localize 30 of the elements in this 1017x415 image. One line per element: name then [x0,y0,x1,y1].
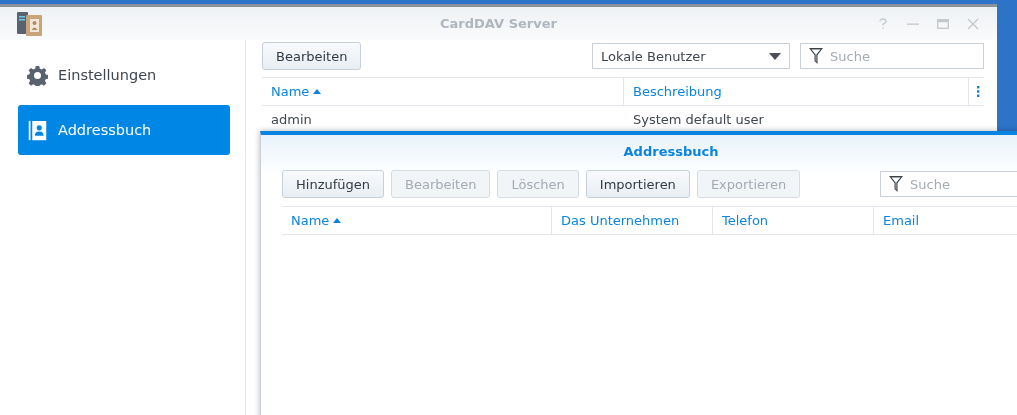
table-cell-text: admin [270,112,313,127]
sidebar-item[interactable]: Addressbuch [18,105,230,155]
toolbar-button[interactable]: Hinzufügen [282,170,384,198]
sort-ascending-icon [313,89,322,94]
column-header[interactable]: Telefon [713,207,874,234]
table-cell-text: System default user [632,112,764,127]
maximize-icon[interactable] [937,17,949,30]
help-icon[interactable] [877,17,889,30]
address-book-server-icon [17,11,43,36]
filter-icon [889,176,903,192]
column-menu-icon[interactable] [977,86,980,97]
search-field[interactable]: Suche [880,171,1017,197]
dropdown-caret-icon [769,52,781,60]
column-header[interactable]: Name [262,78,624,105]
column-header[interactable]: Email [874,207,1017,234]
filter-icon [809,48,823,64]
search-field[interactable]: Suche [800,43,984,69]
column-header[interactable]: Das Unternehmen [552,207,713,234]
user-type-dropdown[interactable]: Lokale Benutzer [592,43,790,69]
dialog-title: Addressbuch [623,143,719,161]
window-title: CardDAV Server [440,16,557,31]
close-icon[interactable] [967,17,979,30]
toolbar-button[interactable]: Importieren [585,170,690,198]
contact-book-icon [27,119,48,141]
edit-button[interactable]: Bearbeiten [262,42,362,70]
sort-ascending-icon [333,218,342,223]
column-header[interactable]: Beschreibung [624,78,969,105]
column-header[interactable]: Name [282,207,552,234]
sidebar-item[interactable]: Einstellungen [18,50,230,100]
settings-icon [27,64,48,86]
